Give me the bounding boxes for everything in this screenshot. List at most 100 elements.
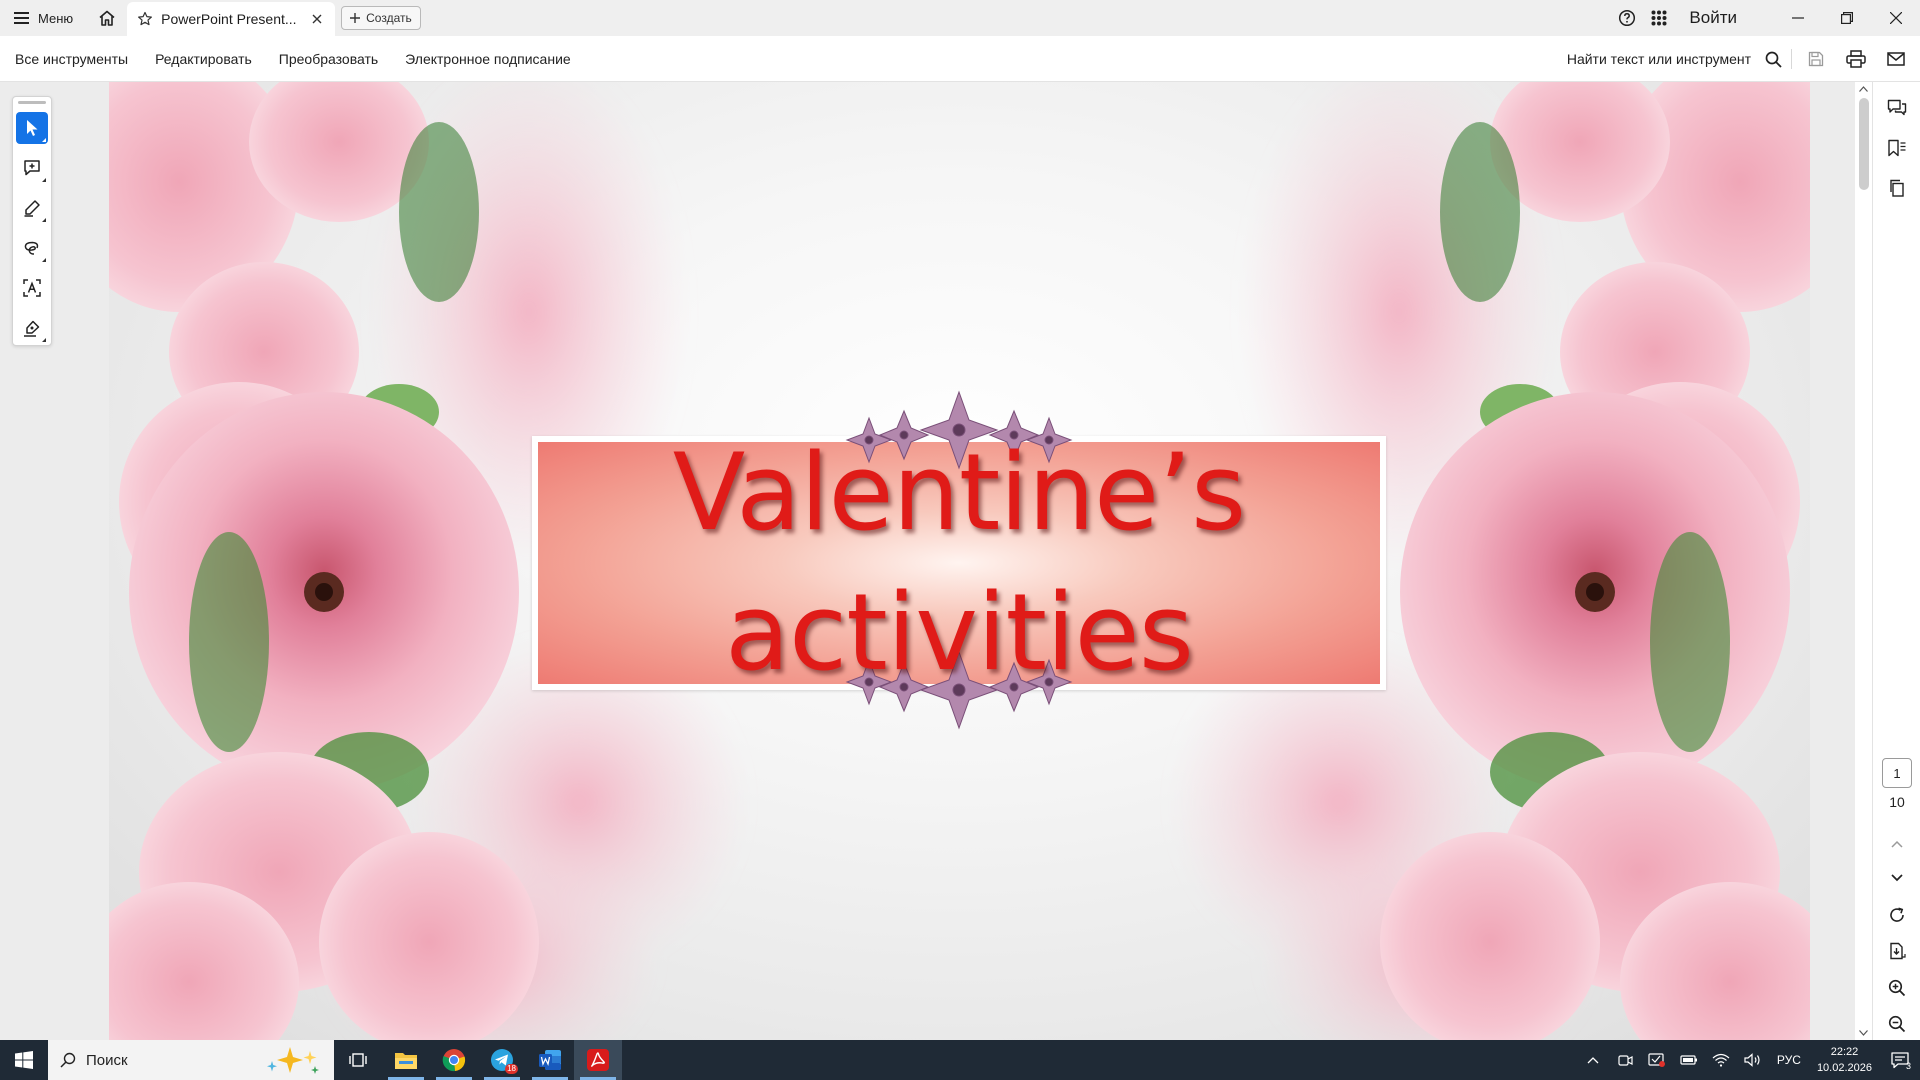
system-tray: РУС 22:22 10.02.2026 3 [1577,1040,1920,1080]
add-comment-button[interactable] [16,152,48,184]
find-search-button[interactable] [1759,36,1787,82]
zoom-in-button[interactable] [1881,972,1913,1004]
vertical-scrollbar[interactable] [1855,82,1872,1040]
notifications-button[interactable]: 3 [1880,1040,1920,1080]
plus-icon [350,13,361,23]
camera-icon [1617,1053,1633,1067]
rail-drag-handle[interactable] [18,101,46,104]
telegram-badge: 18 [505,1064,518,1074]
language-indicator[interactable]: РУС [1769,1053,1809,1067]
word-icon [538,1048,562,1072]
page-export-button[interactable] [1881,935,1913,967]
chevron-up-icon [1587,1056,1599,1064]
print-icon [1846,50,1866,68]
file-explorer-app[interactable] [382,1040,430,1080]
battery-icon [1680,1054,1698,1066]
rotate-button[interactable] [1881,899,1913,931]
meet-now-button[interactable] [1609,1040,1641,1080]
page-download-icon [1888,942,1906,960]
taskbar-search[interactable]: Поиск [48,1040,334,1080]
find-text-button[interactable]: Найти текст или инструмент [1567,51,1751,67]
pages-panel-button[interactable] [1881,172,1913,204]
slide-title-line2: activities [725,571,1194,694]
select-icon [24,119,40,137]
windows-logo-icon [15,1051,33,1069]
lasso-draw-icon [23,239,41,257]
highlight-tool-button[interactable] [16,192,48,224]
create-label: Создать [366,11,412,25]
title-bar: Меню PowerPoint Present... Создать Войти [0,0,1920,36]
bookmark-icon [1887,139,1907,157]
help-icon [1618,9,1636,27]
sign-tool-button[interactable] [16,312,48,344]
bookmarks-panel-button[interactable] [1881,132,1913,164]
text-recognition-icon [23,279,41,297]
next-page-button[interactable] [1881,862,1913,894]
chevron-up-icon [1891,840,1903,848]
help-button[interactable] [1611,0,1643,36]
chevron-down-icon [1891,874,1903,882]
save-button[interactable] [1796,36,1836,82]
clock-time: 22:22 [1830,1046,1859,1058]
show-hidden-icons-button[interactable] [1577,1040,1609,1080]
minimize-button[interactable] [1773,0,1822,36]
signin-button[interactable]: Войти [1675,8,1773,28]
chrome-app[interactable] [430,1040,478,1080]
copilot-sparkle-icon [262,1045,322,1075]
task-view-button[interactable] [334,1040,382,1080]
previous-page-button[interactable] [1881,828,1913,860]
notifications-count: 3 [1905,1061,1911,1071]
home-icon [98,9,116,27]
create-button[interactable]: Создать [341,6,421,30]
scroll-down-icon[interactable] [1859,1030,1868,1036]
edit-link[interactable]: Редактировать [140,51,264,67]
home-button[interactable] [87,0,127,36]
star-icon[interactable] [137,11,153,27]
close-window-button[interactable] [1871,0,1920,36]
restore-icon [1840,12,1853,24]
page-number-input[interactable]: 1 [1882,758,1912,788]
draw-tool-button[interactable] [16,232,48,264]
clock[interactable]: 22:22 10.02.2026 [1809,1044,1880,1076]
scroll-up-icon[interactable] [1859,86,1868,92]
windows-taskbar: Поиск 18 РУС 22:22 10.02.2026 3 [0,1040,1920,1080]
clock-date: 10.02.2026 [1816,1062,1872,1074]
wifi-icon [1712,1053,1730,1067]
slide-page: Valentine’s activities [109,82,1810,1040]
text-recognition-button[interactable] [16,272,48,304]
page-total: 10 [1889,794,1905,810]
scrollbar-thumb[interactable] [1859,98,1869,190]
comments-panel-button[interactable] [1881,92,1913,124]
network-button[interactable] [1705,1040,1737,1080]
apps-button[interactable] [1643,0,1675,36]
chrome-icon [442,1048,466,1072]
tool-options-indicator [42,258,46,262]
document-canvas[interactable]: Valentine’s activities [0,82,1872,1040]
security-tray-button[interactable] [1641,1040,1673,1080]
word-app[interactable] [526,1040,574,1080]
e-sign-link[interactable]: Электронное подписание [390,51,583,67]
pages-icon [1888,179,1906,197]
zoom-in-icon [1888,979,1906,997]
restore-button[interactable] [1822,0,1871,36]
acrobat-app[interactable] [574,1040,622,1080]
start-button[interactable] [0,1040,48,1080]
close-icon [1889,12,1902,24]
save-icon [1808,51,1824,67]
email-button[interactable] [1876,36,1916,82]
search-placeholder: Поиск [86,1051,128,1069]
battery-button[interactable] [1673,1040,1705,1080]
all-tools-link[interactable]: Все инструменты [0,51,140,67]
close-tab-icon[interactable] [309,11,325,27]
volume-button[interactable] [1737,1040,1769,1080]
print-button[interactable] [1836,36,1876,82]
select-tool-button[interactable] [16,112,48,144]
document-tab[interactable]: PowerPoint Present... [127,2,336,36]
quick-tools-rail [12,96,52,346]
minimize-icon [1791,12,1804,24]
telegram-app[interactable]: 18 [478,1040,526,1080]
add-comment-icon [23,159,41,177]
convert-link[interactable]: Преобразовать [264,51,390,67]
menu-button[interactable]: Меню [0,0,87,36]
zoom-out-button[interactable] [1881,1008,1913,1040]
